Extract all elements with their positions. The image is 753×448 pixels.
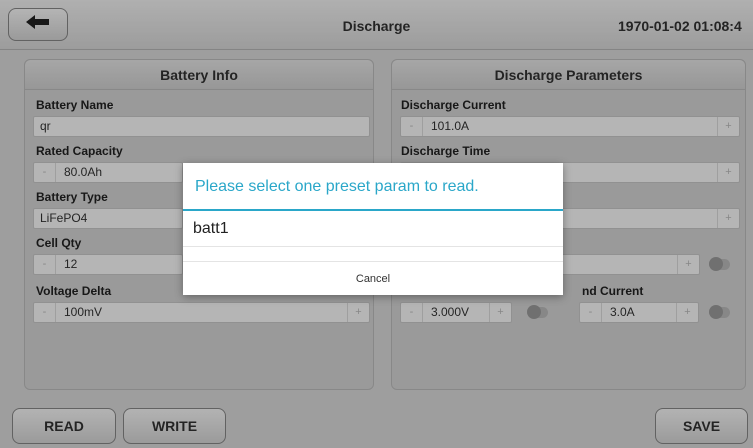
preset-item-batt1[interactable]: batt1 bbox=[183, 211, 563, 247]
preset-select-dialog: Please select one preset param to read. … bbox=[183, 163, 563, 295]
cancel-button[interactable]: Cancel bbox=[183, 261, 563, 295]
dialog-title: Please select one preset param to read. bbox=[183, 163, 563, 211]
